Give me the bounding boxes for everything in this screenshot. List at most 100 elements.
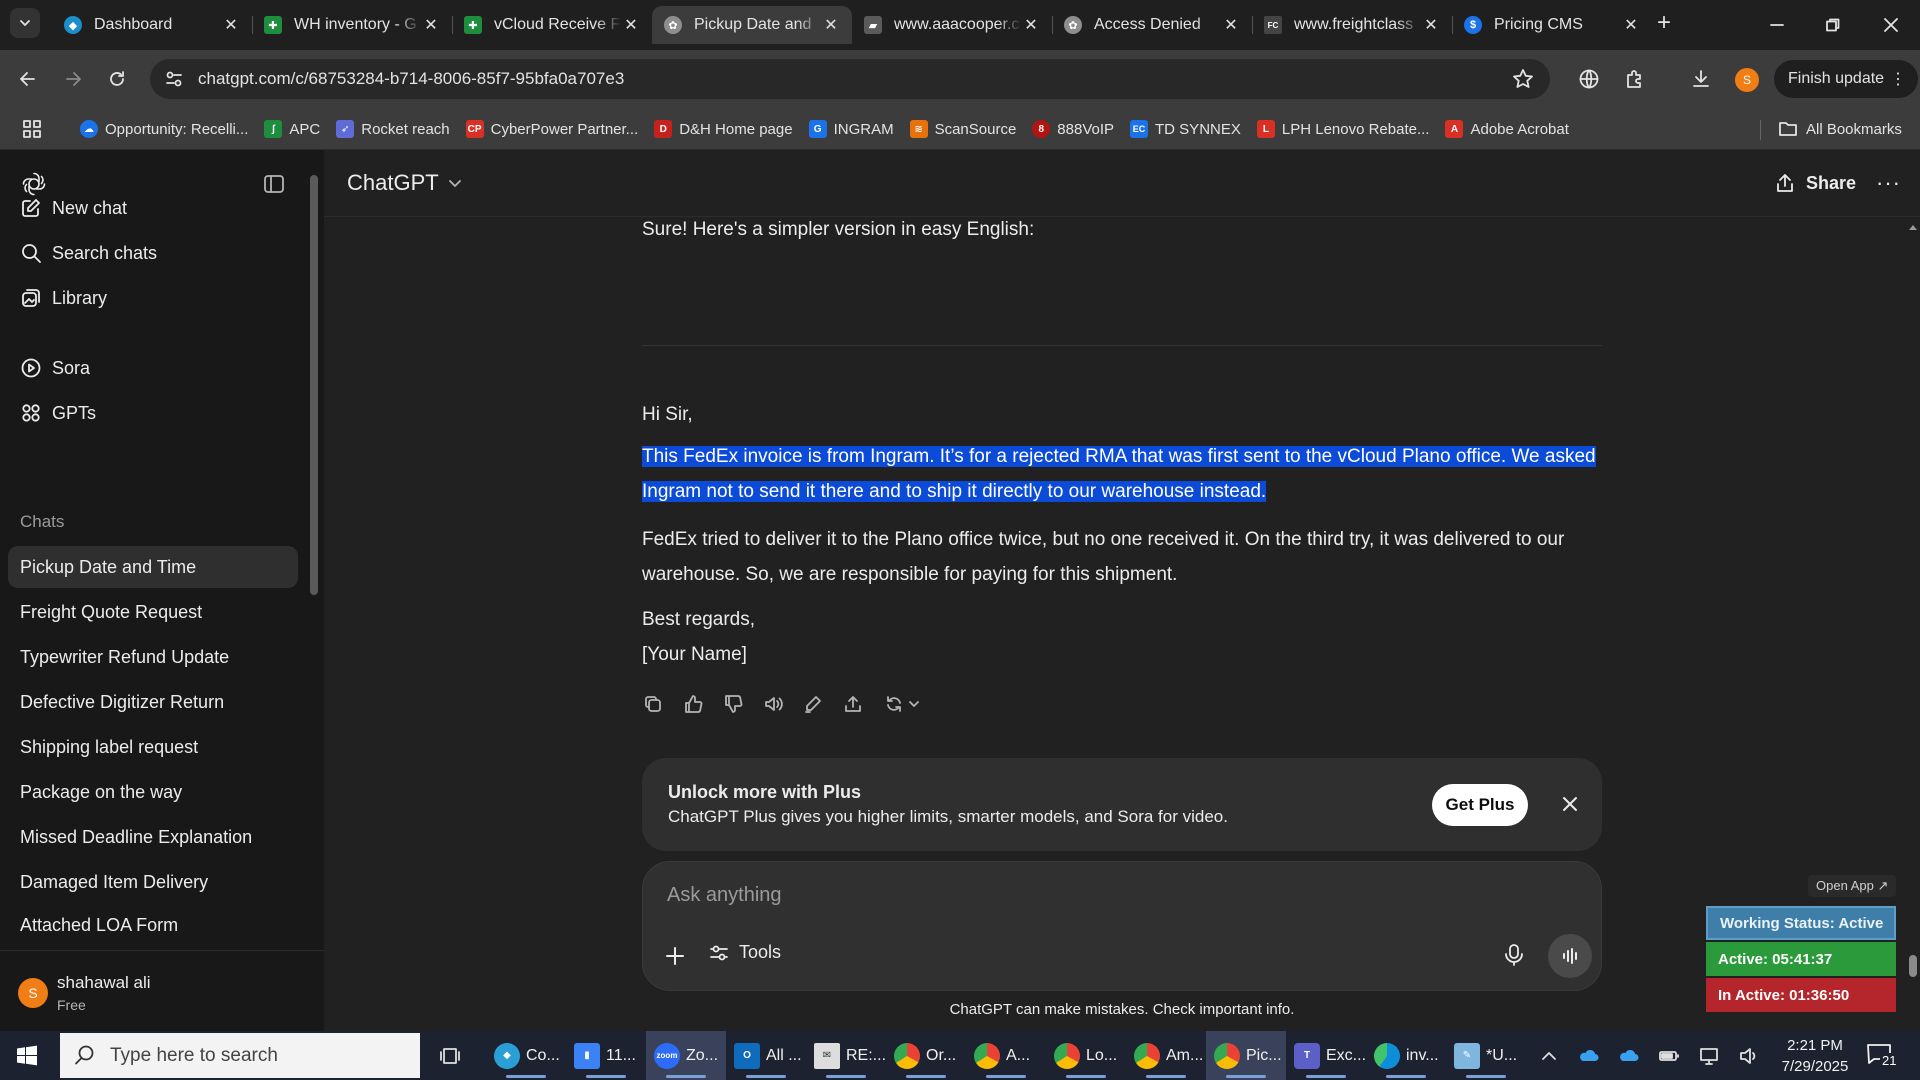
downloads-button[interactable]: [1686, 64, 1716, 94]
star-icon[interactable]: [1512, 68, 1534, 90]
close-icon[interactable]: [1560, 794, 1580, 814]
close-window-button[interactable]: [1876, 10, 1906, 40]
chat-history-item-active[interactable]: Pickup Date and Time: [8, 546, 298, 588]
taskbar-app[interactable]: Or...: [886, 1031, 966, 1080]
user-profile-menu[interactable]: S shahawal ali Free: [0, 950, 324, 1031]
close-icon[interactable]: ✕: [422, 16, 440, 34]
more-options-button[interactable]: ···: [1876, 170, 1901, 196]
volume-icon[interactable]: [1738, 1045, 1760, 1067]
browser-tab-active[interactable]: ✿ Pickup Date and ✕: [652, 6, 852, 44]
taskbar-app[interactable]: O All ...: [726, 1031, 806, 1080]
read-aloud-button[interactable]: [762, 693, 784, 715]
close-icon[interactable]: ✕: [1422, 16, 1440, 34]
close-icon[interactable]: ✕: [1022, 16, 1040, 34]
chat-history-item[interactable]: Package on the way: [8, 771, 298, 813]
bookmark-item[interactable]: L LPH Lenovo Rebate...: [1256, 120, 1429, 138]
taskbar-app[interactable]: Am...: [1126, 1031, 1206, 1080]
browser-tab[interactable]: $ Pricing CMS ✕: [1452, 6, 1652, 44]
bookmark-item[interactable]: EC TD SYNNEX: [1130, 120, 1241, 138]
taskbar-app[interactable]: T Exc...: [1286, 1031, 1366, 1080]
prompt-input[interactable]: [667, 878, 1547, 912]
minimize-button[interactable]: [1762, 10, 1792, 40]
chat-history-item[interactable]: Attached LOA Form: [8, 906, 298, 944]
new-chat-button[interactable]: New chat: [8, 188, 298, 228]
share-button[interactable]: Share: [1774, 172, 1856, 194]
taskbar-search-box[interactable]: Type here to search: [60, 1033, 420, 1078]
browser-tab[interactable]: ✚ vCloud Receive F ✕: [452, 6, 652, 44]
battery-icon[interactable]: [1658, 1045, 1680, 1067]
good-response-button[interactable]: [682, 693, 704, 715]
sora-button[interactable]: Sora: [8, 348, 298, 388]
main-scrollbar[interactable]: [1906, 220, 1920, 1020]
browser-tab[interactable]: ✿ Access Denied ✕: [1052, 6, 1252, 44]
browser-tab[interactable]: FC www.freightclass ✕: [1252, 6, 1452, 44]
microphone-icon[interactable]: [1501, 942, 1527, 968]
taskbar-app[interactable]: Lo...: [1046, 1031, 1126, 1080]
bookmark-item[interactable]: D D&H Home page: [654, 120, 793, 138]
reload-button[interactable]: [102, 64, 132, 94]
scroll-up-arrow-icon[interactable]: [1906, 222, 1920, 232]
scrollbar-thumb[interactable]: [1909, 955, 1917, 977]
taskbar-app[interactable]: ▮ 11...: [566, 1031, 646, 1080]
open-app-button[interactable]: Open App ↗: [1808, 875, 1897, 897]
bookmark-item[interactable]: G INGRAM: [808, 120, 894, 138]
bookmark-item[interactable]: A Adobe Acrobat: [1445, 120, 1569, 138]
sidebar-scrollbar[interactable]: [310, 175, 318, 595]
finish-update-button[interactable]: Finish update ⋮: [1774, 60, 1919, 98]
chevron-up-icon[interactable]: [1538, 1045, 1560, 1067]
chat-history-item[interactable]: Missed Deadline Explanation: [8, 816, 298, 858]
task-view-icon[interactable]: [438, 1044, 462, 1068]
taskbar-app-active[interactable]: Pic...: [1206, 1031, 1286, 1080]
chat-history-item[interactable]: Typewriter Refund Update: [8, 636, 298, 678]
taskbar-app[interactable]: ◆ Co...: [486, 1031, 566, 1080]
bookmark-item[interactable]: CP CyberPower Partner...: [465, 120, 638, 138]
taskbar-app-active[interactable]: zoom Zo...: [646, 1031, 726, 1080]
taskbar-clock[interactable]: 2:21 PM 7/29/2025: [1770, 1035, 1860, 1077]
bad-response-button[interactable]: [722, 693, 744, 715]
site-settings-icon[interactable]: [164, 69, 184, 89]
chat-history-item[interactable]: Defective Digitizer Return: [8, 681, 298, 723]
chat-history-item[interactable]: Damaged Item Delivery: [8, 861, 298, 903]
close-icon[interactable]: ✕: [622, 16, 640, 34]
all-bookmarks-button[interactable]: All Bookmarks: [1778, 120, 1902, 138]
bookmark-item[interactable]: ☁ Opportunity: Recelli...: [80, 120, 248, 138]
extensions-button[interactable]: [1620, 64, 1650, 94]
bookmark-item[interactable]: ʃ APC: [264, 120, 320, 138]
search-chats-button[interactable]: Search chats: [8, 233, 298, 273]
tools-button[interactable]: Tools: [709, 942, 781, 963]
apps-grid-icon[interactable]: [22, 119, 42, 139]
taskbar-app[interactable]: inv...: [1366, 1031, 1446, 1080]
close-icon[interactable]: ✕: [822, 16, 840, 34]
model-selector[interactable]: ChatGPT: [347, 170, 463, 196]
share-message-button[interactable]: [842, 693, 864, 715]
browser-tab[interactable]: ◆ Dashboard ✕: [52, 6, 252, 44]
taskbar-app[interactable]: ✉ RE:...: [806, 1031, 886, 1080]
close-icon[interactable]: ✕: [222, 16, 240, 34]
bookmark-item[interactable]: ≋ ScanSource: [909, 120, 1016, 138]
tab-search-button[interactable]: [10, 8, 40, 38]
onedrive-icon[interactable]: [1618, 1045, 1640, 1067]
notifications-button[interactable]: 21: [1866, 1043, 1899, 1069]
forward-button[interactable]: [58, 64, 88, 94]
new-tab-button[interactable]: +: [1652, 11, 1676, 36]
bookmark-item[interactable]: ➶ Rocket reach: [336, 120, 450, 138]
close-icon[interactable]: ✕: [1222, 16, 1240, 34]
taskbar-app[interactable]: A...: [966, 1031, 1046, 1080]
restore-button[interactable]: [1818, 10, 1848, 40]
translate-button[interactable]: [1574, 64, 1604, 94]
onedrive-icon[interactable]: [1578, 1045, 1600, 1067]
copy-button[interactable]: [642, 693, 664, 715]
bookmark-item[interactable]: 8 888VoIP: [1032, 120, 1114, 138]
chat-history-item[interactable]: Shipping label request: [8, 726, 298, 768]
edit-in-canvas-button[interactable]: [802, 693, 824, 715]
address-bar[interactable]: chatgpt.com/c/68753284-b714-8006-85f7-95…: [150, 59, 1550, 99]
close-icon[interactable]: ✕: [1622, 16, 1640, 34]
voice-mode-button[interactable]: [1548, 934, 1592, 978]
chat-history-item[interactable]: Freight Quote Request: [8, 591, 298, 633]
gpts-button[interactable]: GPTs: [8, 393, 298, 433]
regenerate-button[interactable]: [882, 693, 922, 715]
url-text[interactable]: chatgpt.com/c/68753284-b714-8006-85f7-95…: [198, 69, 624, 89]
windows-start-icon[interactable]: [16, 1045, 38, 1067]
profile-avatar[interactable]: S: [1735, 68, 1759, 92]
library-button[interactable]: Library: [8, 278, 298, 318]
